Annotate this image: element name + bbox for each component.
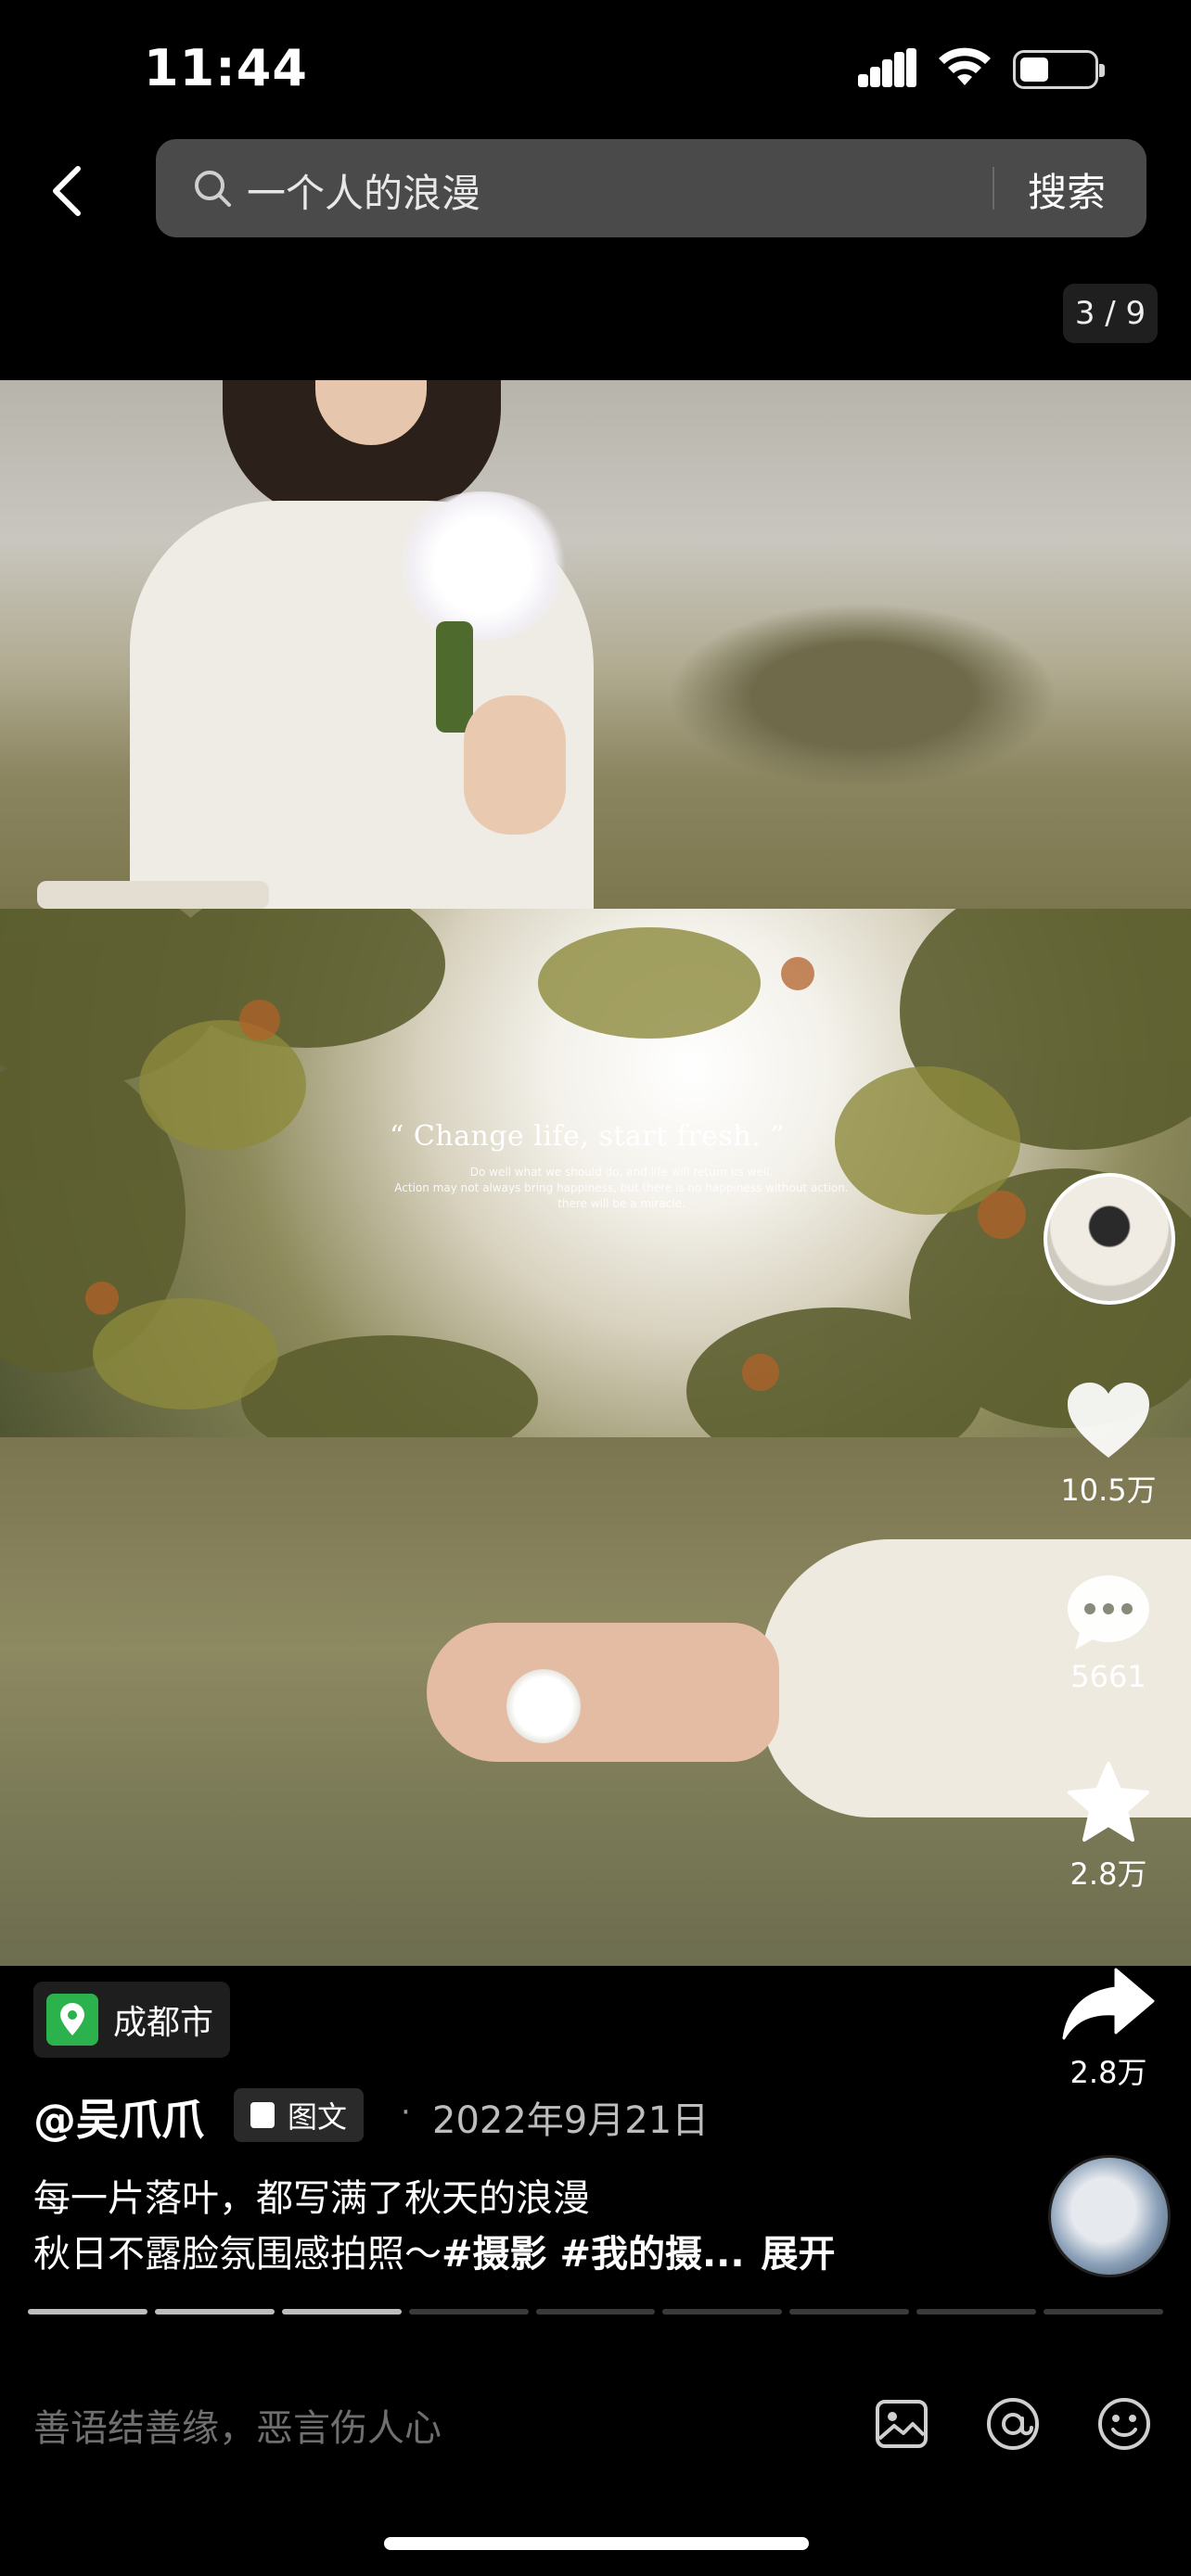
comment-icon xyxy=(1068,1575,1149,1650)
share-count: 2.8万 xyxy=(1069,2055,1147,2090)
progress-segment xyxy=(281,2309,402,2315)
quote-line: Action may not always bring happiness, b… xyxy=(394,1181,849,1194)
location-tag[interactable]: 成都市 xyxy=(33,1982,231,2058)
progress-segment xyxy=(1044,2309,1164,2315)
caption-line-2: 秋日不露脸氛围感拍照～#摄影 #我的摄... 展开 xyxy=(33,2224,836,2277)
caption-hashtags[interactable]: #摄影 #我的摄... xyxy=(442,2233,745,2276)
author-avatar[interactable] xyxy=(1044,1173,1175,1305)
progress-segment xyxy=(916,2309,1037,2315)
home-indicator[interactable] xyxy=(384,2537,809,2550)
heart-icon xyxy=(1068,1383,1149,1458)
quote-line: Do well what we should do, and life will… xyxy=(469,1166,774,1179)
back-button[interactable] xyxy=(37,158,96,224)
quote-title: “ Change life, start fresh. ” xyxy=(390,1120,786,1153)
like-button[interactable]: 10.5万 xyxy=(1048,1380,1169,1510)
battery-icon xyxy=(1013,50,1105,89)
post-date: 2022年9月21日 xyxy=(432,2099,710,2142)
comment-button[interactable]: 5661 xyxy=(1048,1572,1169,1694)
progress-segment xyxy=(154,2309,275,2315)
music-disc-avatar[interactable] xyxy=(1048,2155,1171,2277)
post-image[interactable]: “ Change life, start fresh. ” Do well wh… xyxy=(0,380,1191,1966)
progress-segment xyxy=(408,2309,529,2315)
photo-panel-autumn-leaves: “ Change life, start fresh. ” Do well wh… xyxy=(0,909,1191,1437)
status-time: 11:44 xyxy=(144,39,308,97)
favorite-button[interactable]: 2.8万 xyxy=(1048,1760,1169,1894)
chevron-left-icon xyxy=(53,166,81,216)
emoji-icon[interactable] xyxy=(1095,2394,1154,2454)
signal-icon xyxy=(858,48,919,87)
quote-subtext: Do well what we should do, and life will… xyxy=(380,1165,863,1212)
wifi-icon xyxy=(939,47,991,85)
like-count: 10.5万 xyxy=(1060,1473,1157,1508)
comment-count: 5661 xyxy=(1070,1659,1146,1694)
comment-bar: 善语结善缘，恶言伤人心 xyxy=(0,2374,1191,2476)
date-separator: · xyxy=(401,2094,411,2131)
photo-panel-hand-with-flower xyxy=(0,1437,1191,1966)
image-icon[interactable] xyxy=(872,2394,931,2454)
search-divider xyxy=(992,167,994,210)
expand-button[interactable]: 展开 xyxy=(762,2233,836,2276)
location-name: 成都市 xyxy=(113,2004,214,2042)
progress-segment xyxy=(535,2309,656,2315)
post-type-badge: 图文 xyxy=(234,2088,365,2142)
quote-line: there will be a miracle. xyxy=(557,1197,685,1210)
progress-segment xyxy=(662,2309,783,2315)
share-icon xyxy=(1062,1968,1155,2040)
page-counter: 3 / 9 xyxy=(1063,284,1158,343)
photo-panel-girl-with-flowers xyxy=(0,380,1191,909)
image-progress-indicator xyxy=(28,2309,1164,2315)
document-icon xyxy=(250,2102,275,2128)
comment-input[interactable]: 善语结善缘，恶言伤人心 xyxy=(33,2398,442,2452)
star-icon xyxy=(1068,1762,1149,1842)
search-input[interactable]: 一个人的浪漫 xyxy=(247,162,480,219)
at-mention-icon[interactable] xyxy=(983,2394,1043,2454)
author-username[interactable]: @吴爪爪 xyxy=(33,2086,204,2148)
status-bar: 11:44 xyxy=(0,0,1191,139)
progress-segment xyxy=(789,2309,910,2315)
search-bar[interactable]: 一个人的浪漫 搜索 xyxy=(156,139,1146,237)
progress-segment xyxy=(28,2309,147,2315)
caption-text: 秋日不露脸氛围感拍照～ xyxy=(33,2233,442,2276)
share-button[interactable]: 2.8万 xyxy=(1048,1964,1169,2092)
post-type-label: 图文 xyxy=(288,2099,348,2135)
location-pin-icon xyxy=(46,1994,98,2046)
favorite-count: 2.8万 xyxy=(1069,1856,1147,1892)
caption-line-1: 每一片落叶，都写满了秋天的浪漫 xyxy=(33,2177,590,2220)
search-icon xyxy=(195,171,231,207)
search-button[interactable]: 搜索 xyxy=(1028,161,1106,218)
